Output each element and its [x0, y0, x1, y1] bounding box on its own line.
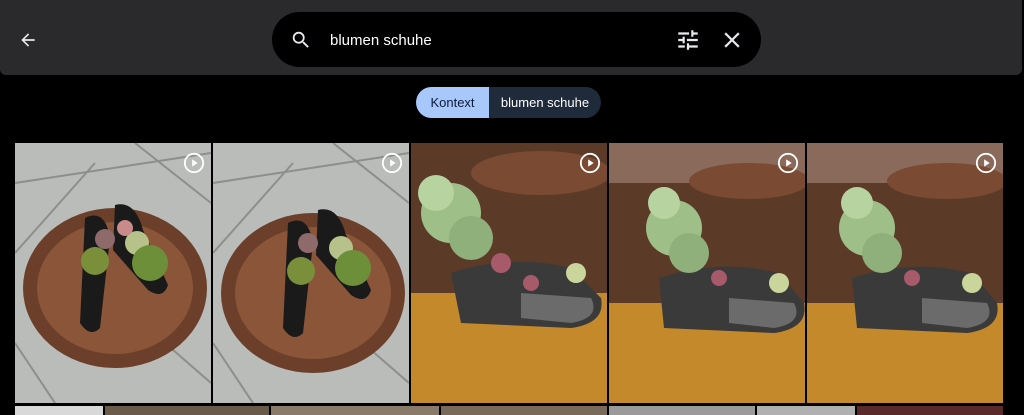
photo-image — [15, 143, 211, 403]
photo-image — [807, 143, 1003, 403]
result-thumbnail[interactable] — [757, 406, 855, 415]
result-thumbnail[interactable] — [105, 406, 269, 415]
photo-image — [411, 143, 607, 403]
result-thumbnail[interactable] — [807, 143, 1003, 403]
photo-image — [213, 143, 409, 403]
result-thumbnail[interactable] — [609, 406, 755, 415]
result-thumbnail[interactable] — [213, 143, 409, 403]
photo-image — [609, 143, 805, 403]
play-circle-icon — [579, 152, 601, 174]
result-thumbnail[interactable] — [15, 406, 103, 415]
play-circle-icon — [975, 152, 997, 174]
result-thumbnail[interactable] — [857, 406, 1003, 415]
result-thumbnail[interactable] — [15, 143, 211, 403]
play-circle-icon — [777, 152, 799, 174]
play-circle-icon — [381, 152, 403, 174]
result-thumbnail[interactable] — [441, 406, 607, 415]
results-grid — [0, 0, 1024, 415]
play-circle-icon — [183, 152, 205, 174]
result-thumbnail[interactable] — [411, 143, 607, 403]
result-thumbnail[interactable] — [271, 406, 439, 415]
result-thumbnail[interactable] — [609, 143, 805, 403]
